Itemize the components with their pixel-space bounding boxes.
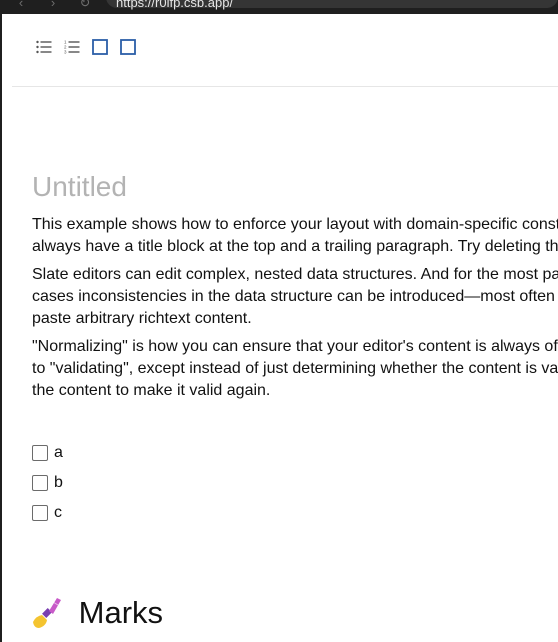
- square-outline-icon: [120, 39, 136, 55]
- bulleted-list-icon: [36, 40, 52, 54]
- checkbox[interactable]: [32, 445, 48, 461]
- paragraph-line: to "validating", except instead of just …: [32, 360, 558, 377]
- title-block[interactable]: Untitled: [32, 168, 558, 206]
- checklist-label[interactable]: a: [54, 444, 63, 462]
- checklist-label[interactable]: c: [54, 504, 62, 522]
- reload-icon[interactable]: ↻: [78, 0, 92, 10]
- block-button-1[interactable]: [92, 39, 108, 55]
- paragraph-line: "Normalizing" is how you can ensure that…: [32, 338, 558, 355]
- section-heading[interactable]: Marks: [30, 591, 163, 631]
- bulleted-list-button[interactable]: [36, 39, 52, 55]
- block-button-2[interactable]: [120, 39, 136, 55]
- checkbox[interactable]: [32, 505, 48, 521]
- numbered-list-icon: 1 2 3: [64, 40, 80, 55]
- paragraph-1[interactable]: This example shows how to enforce your l…: [32, 214, 558, 258]
- browser-chrome: ‹ › ↻ https://r0ifp.csb.app/: [0, 0, 558, 14]
- back-button[interactable]: ‹: [14, 0, 28, 10]
- paragraph-line: This example shows how to enforce your l…: [32, 216, 558, 233]
- checklist-label[interactable]: b: [54, 474, 63, 492]
- paragraph-line: always have a title block at the top and…: [32, 238, 558, 255]
- paragraph-line: cases inconsistencies in the data struct…: [32, 288, 555, 305]
- nail-polish-icon: [33, 597, 61, 628]
- paragraph-line: Slate editors can edit complex, nested d…: [32, 266, 558, 283]
- section-heading-text: Marks: [78, 594, 164, 630]
- forward-button[interactable]: ›: [46, 0, 60, 10]
- svg-text:3: 3: [64, 50, 67, 55]
- editor-content[interactable]: Untitled This example shows how to enfor…: [32, 168, 558, 408]
- square-outline-icon: [92, 39, 108, 55]
- page-viewport: 1 2 3 Untitled This example shows how to…: [2, 14, 558, 642]
- checkbox[interactable]: [32, 475, 48, 491]
- paragraph-2[interactable]: Slate editors can edit complex, nested d…: [32, 264, 558, 330]
- address-bar[interactable]: https://r0ifp.csb.app/: [106, 0, 558, 10]
- numbered-list-button[interactable]: 1 2 3: [64, 39, 80, 55]
- paragraph-line: the content to make it valid again.: [32, 382, 271, 399]
- editor-toolbar: 1 2 3: [12, 14, 558, 87]
- paragraph-line: paste arbitrary richtext content.: [32, 310, 252, 327]
- url-text: https://r0ifp.csb.app/: [116, 0, 234, 10]
- paragraph-3[interactable]: "Normalizing" is how you can ensure that…: [32, 336, 558, 402]
